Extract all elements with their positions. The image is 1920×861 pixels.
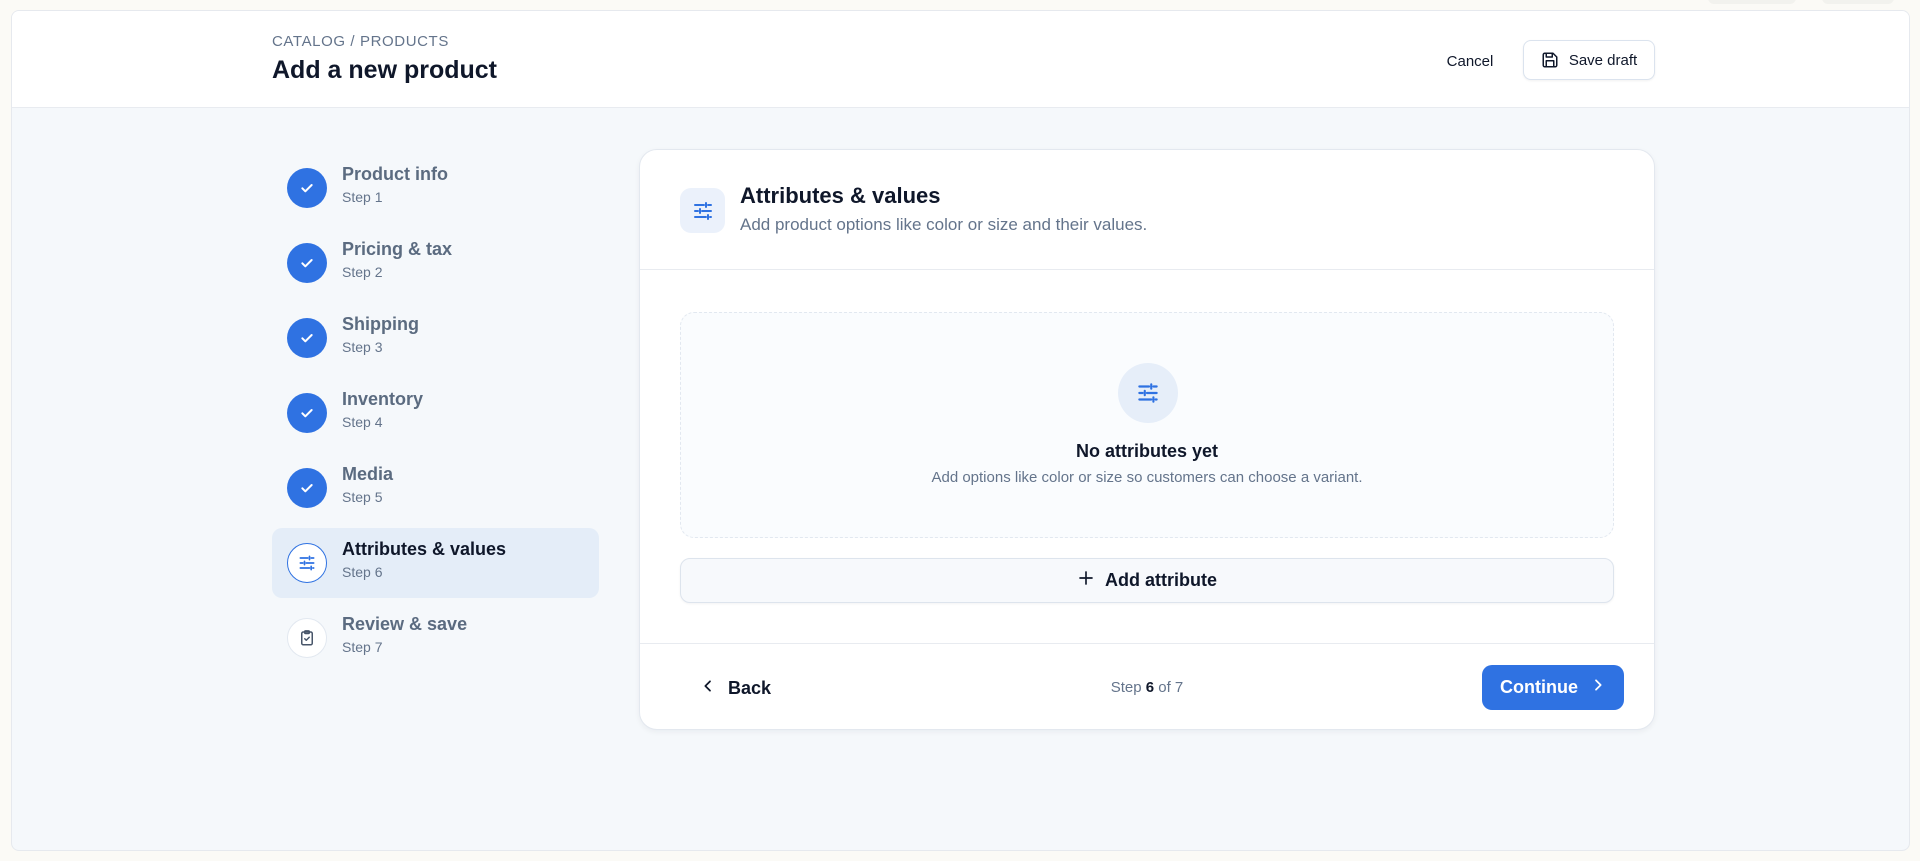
check-icon	[287, 168, 327, 208]
step-label: Product info	[342, 164, 448, 184]
continue-label: Continue	[1500, 677, 1578, 697]
step-label: Inventory	[342, 389, 424, 409]
step-number: Step 3	[342, 339, 383, 355]
page-title: Add a new product	[272, 56, 497, 84]
clipboard-check-icon	[287, 618, 327, 658]
step-pricing-tax[interactable]: Pricing & tax Step 2	[272, 228, 599, 298]
card-footer: Back Step 6 of 7 Continue	[640, 643, 1654, 731]
page-header: CATALOG / PRODUCTS Add a new product Can…	[12, 11, 1909, 108]
empty-state: No attributes yet Add options like color…	[680, 312, 1614, 538]
breadcrumb: CATALOG / PRODUCTS	[272, 33, 449, 50]
check-icon	[287, 468, 327, 508]
step-counter-prefix: Step	[1110, 679, 1142, 696]
sliders-icon	[1118, 363, 1178, 423]
step-label: Attributes & values	[342, 539, 507, 559]
step-shipping[interactable]: Shipping Step 3	[272, 303, 599, 373]
chevron-right-icon	[1590, 677, 1606, 698]
app-window: CATALOG / PRODUCTS Add a new product Can…	[11, 10, 1910, 851]
check-icon	[287, 318, 327, 358]
step-inventory[interactable]: Inventory Step 4	[272, 378, 599, 448]
cancel-button[interactable]: Cancel	[1438, 50, 1502, 72]
background-tab	[1822, 0, 1894, 4]
step-review-save[interactable]: Review & save Step 7	[272, 603, 599, 673]
step-media[interactable]: Media Step 5	[272, 453, 599, 523]
empty-state-title: No attributes yet	[1075, 441, 1219, 461]
sliders-icon	[287, 543, 327, 583]
step-number: Step 4	[342, 414, 383, 430]
step-attributes-values[interactable]: Attributes & values Step 6	[272, 528, 599, 598]
step-label: Review & save	[342, 614, 468, 634]
step-label: Shipping	[342, 314, 419, 334]
empty-state-subtitle: Add options like color or size so custom…	[931, 469, 1363, 486]
add-attribute-label: Add attribute	[1105, 570, 1217, 590]
step-navigator: Product info Step 1 Pricing & tax Step 2…	[272, 153, 599, 678]
card-header: Attributes & values Add product options …	[640, 150, 1654, 270]
step-number: Step 6	[342, 564, 383, 580]
plus-icon	[1077, 569, 1095, 592]
add-attribute-button[interactable]: Add attribute	[680, 558, 1614, 603]
step-number: Step 7	[342, 639, 383, 655]
check-icon	[287, 243, 327, 283]
step-number: Step 1	[342, 189, 383, 205]
background-tab	[1708, 0, 1796, 4]
step-product-info[interactable]: Product info Step 1	[272, 153, 599, 223]
floppy-disk-icon	[1541, 51, 1559, 69]
save-draft-label: Save draft	[1568, 51, 1638, 69]
sliders-icon	[680, 188, 725, 233]
continue-button[interactable]: Continue	[1482, 665, 1624, 710]
step-counter-current: 6	[1145, 679, 1155, 696]
check-icon	[287, 393, 327, 433]
step-number: Step 5	[342, 489, 383, 505]
save-draft-button[interactable]: Save draft	[1523, 40, 1655, 80]
attributes-card: Attributes & values Add product options …	[639, 149, 1655, 730]
step-counter-suffix: of 7	[1158, 679, 1184, 696]
step-number: Step 2	[342, 264, 383, 280]
step-label: Media	[342, 464, 394, 484]
step-label: Pricing & tax	[342, 239, 453, 259]
card-subtitle: Add product options like color or size a…	[740, 215, 1148, 234]
card-title: Attributes & values	[740, 183, 941, 208]
